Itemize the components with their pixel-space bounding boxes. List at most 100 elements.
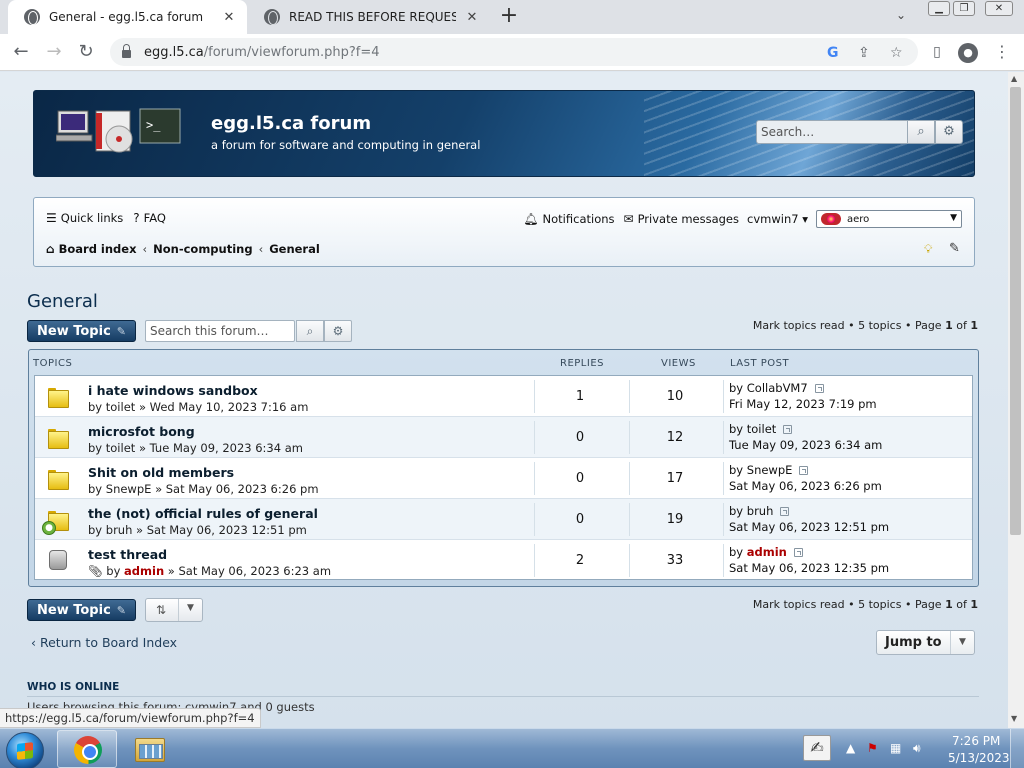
bookmark-star-icon[interactable]: ☆ — [890, 45, 903, 61]
goto-post-icon[interactable] — [783, 425, 793, 434]
topic-title[interactable]: microsfot bong — [88, 424, 195, 439]
topic-title[interactable]: the (not) official rules of general — [88, 506, 318, 521]
close-tab-icon[interactable]: ✕ — [221, 10, 237, 25]
taskbar-chrome[interactable] — [57, 730, 117, 768]
start-button[interactable] — [6, 732, 44, 768]
topic-title[interactable]: Shit on old members — [88, 465, 234, 480]
goto-post-icon[interactable] — [799, 466, 809, 475]
last-post-author[interactable]: toilet — [747, 422, 777, 436]
breadcrumb-general[interactable]: General — [269, 242, 320, 256]
taskbar-explorer[interactable] — [119, 730, 179, 768]
faq-link[interactable]: ? FAQ — [133, 211, 166, 225]
goto-post-icon[interactable] — [814, 384, 824, 393]
mark-topics-read[interactable]: Mark topics read — [753, 319, 845, 332]
new-topic-button-bottom[interactable]: New Topic ✎ — [27, 599, 136, 621]
topic-title[interactable]: test thread — [88, 547, 167, 562]
table-row[interactable]: test thread 📎︎ by admin » Sat May 06, 20… — [35, 540, 972, 581]
network-icon[interactable]: ▦ — [890, 741, 901, 755]
side-panel-icon[interactable]: ▯ — [926, 42, 948, 64]
site-search-input[interactable]: Search… — [756, 120, 908, 144]
last-post-date: Fri May 12, 2023 7:19 pm — [729, 397, 877, 411]
site-logo[interactable]: >_ — [56, 107, 182, 157]
lock-icon[interactable] — [122, 44, 131, 58]
menu-kebab-icon[interactable]: ⋮ — [991, 42, 1013, 64]
share-icon[interactable]: ⇪ — [858, 45, 870, 61]
mark-topics-read[interactable]: Mark topics read — [753, 598, 845, 611]
page-scrollbar[interactable]: ▲ ▼ — [1008, 72, 1024, 728]
show-desktop-button[interactable] — [1010, 729, 1024, 768]
topic-author[interactable]: admin — [124, 564, 164, 578]
breadcrumb-non-computing[interactable]: Non-computing — [153, 242, 252, 256]
volume-icon[interactable]: 🔊︎ — [913, 741, 921, 756]
close-window-button[interactable]: ✕ — [985, 1, 1013, 16]
file-explorer-icon — [135, 738, 165, 762]
table-row[interactable]: microsfot bong by toilet » Tue May 09, 2… — [35, 417, 972, 458]
forum-advanced-search-button[interactable]: ⚙ — [324, 320, 352, 342]
clock-date[interactable]: 5/13/2023 — [948, 751, 1010, 765]
return-to-board-link[interactable]: ‹ Return to Board Index — [31, 635, 177, 650]
address-bar[interactable]: egg.l5.ca/forum/viewforum.php?f=4 G ⇪ ☆ — [110, 38, 918, 66]
sort-options-button[interactable]: ⇅ ▼ — [145, 598, 203, 622]
jump-to-button[interactable]: Jump to ▼ — [876, 630, 975, 655]
topic-count: 5 topics — [858, 598, 902, 611]
forum-search-input[interactable]: Search this forum… — [145, 320, 295, 342]
goto-post-icon[interactable] — [793, 548, 803, 557]
forward-button[interactable]: → — [43, 42, 65, 64]
last-post-author[interactable]: CollabVM7 — [747, 381, 808, 395]
topic-title[interactable]: i hate windows sandbox — [88, 383, 258, 398]
page-of: of — [956, 598, 967, 611]
breadcrumb-board-index[interactable]: Board index — [59, 242, 137, 256]
private-messages-link[interactable]: ✉ Private messages — [624, 212, 740, 226]
table-row[interactable]: ● the (not) official rules of general by… — [35, 499, 972, 540]
topic-date: » Sat May 06, 2023 6:26 pm — [155, 482, 319, 496]
tab-search-chevron-icon[interactable]: ⌄ — [896, 8, 906, 22]
topic-author[interactable]: toilet — [106, 441, 136, 455]
search-button[interactable]: ⌕ — [907, 120, 935, 144]
page-label: Page — [914, 319, 942, 332]
paintbrush-icon[interactable]: ✎ — [949, 241, 960, 256]
last-post-author[interactable]: bruh — [747, 504, 774, 518]
table-row[interactable]: Shit on old members by SnewpE » Sat May … — [35, 458, 972, 499]
close-tab-icon[interactable]: ✕ — [464, 10, 480, 25]
style-select[interactable]: aero ▼ — [816, 210, 962, 228]
gear-icon: ⚙ — [943, 124, 955, 139]
advanced-search-button[interactable]: ⚙ — [935, 120, 963, 144]
scroll-down-arrow-icon[interactable]: ▼ — [1011, 714, 1017, 723]
site-title[interactable]: egg.l5.ca forum — [211, 113, 371, 134]
google-translate-icon[interactable]: G — [827, 45, 839, 61]
jump-to-label: Jump to — [885, 635, 942, 650]
new-tab-button[interactable]: + — [497, 5, 521, 29]
topic-author[interactable]: SnewpE — [106, 482, 152, 496]
action-center-icon[interactable]: ⚑ — [867, 741, 878, 755]
show-hidden-icons-icon[interactable]: ▲ — [846, 741, 855, 755]
topic-meta: by SnewpE » Sat May 06, 2023 6:26 pm — [88, 482, 319, 496]
reload-button[interactable]: ↻ — [75, 42, 97, 64]
user-menu[interactable]: cvmwin7 ▾ — [747, 212, 808, 226]
quick-links[interactable]: ☰ Quick links — [46, 211, 123, 225]
last-post-author[interactable]: admin — [747, 545, 787, 559]
topic-author[interactable]: toilet — [106, 400, 136, 414]
table-row[interactable]: i hate windows sandbox by toilet » Wed M… — [35, 376, 972, 417]
by-label: by — [729, 545, 744, 559]
minimize-button[interactable]: ▁ — [928, 1, 950, 16]
topic-author[interactable]: bruh — [106, 523, 133, 537]
by-label: by — [88, 400, 103, 414]
forum-search-button[interactable]: ⌕ — [296, 320, 324, 342]
goto-post-icon[interactable] — [780, 507, 790, 516]
pagination-top: Mark topics read • 5 topics • Page 1 of … — [752, 319, 978, 332]
tab-general[interactable]: General - egg.l5.ca forum ✕ — [8, 0, 247, 34]
scroll-up-arrow-icon[interactable]: ▲ — [1011, 74, 1017, 83]
back-button[interactable]: ← — [10, 42, 32, 64]
last-post-date: Tue May 09, 2023 6:34 am — [729, 438, 883, 452]
notifications-link[interactable]: 🔔︎ Notifications — [523, 212, 614, 226]
restore-button[interactable]: ❐ — [953, 1, 975, 16]
new-topic-button[interactable]: New Topic ✎ — [27, 320, 136, 342]
lightbulb-icon[interactable]: 💡︎ — [924, 242, 932, 257]
tab-read-this[interactable]: READ THIS BEFORE REQUESTING ✕ — [248, 0, 490, 34]
last-post-author[interactable]: SnewpE — [747, 463, 793, 477]
tablet-input-icon[interactable]: ✍ — [803, 735, 831, 761]
clock-time[interactable]: 7:26 PM — [952, 734, 1000, 748]
forum-title[interactable]: General — [27, 291, 98, 312]
scrollbar-thumb[interactable] — [1010, 87, 1021, 535]
profile-avatar-icon[interactable]: ● — [958, 43, 978, 63]
